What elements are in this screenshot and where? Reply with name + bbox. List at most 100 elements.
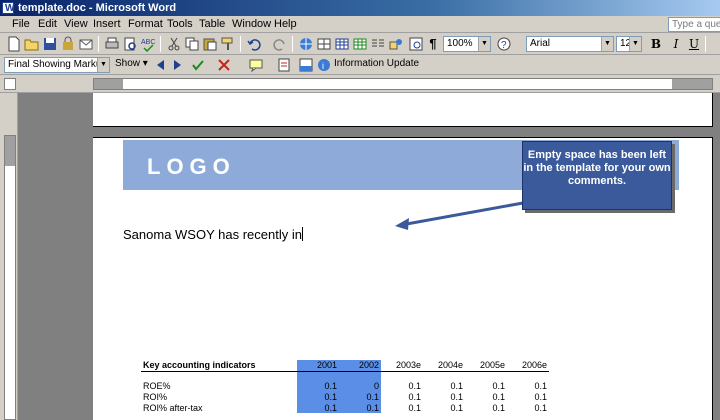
next-change-icon[interactable] xyxy=(170,57,186,73)
cut-icon[interactable] xyxy=(166,36,182,52)
paste-icon[interactable] xyxy=(202,36,218,52)
reviewing-toolbar: Final Showing Markup ▼ Show ▾ i Informati… xyxy=(0,55,720,75)
table-header-cell: 2002 xyxy=(339,360,381,372)
zoom-select[interactable]: 100% ▼ xyxy=(443,36,491,52)
table-cell: 0 xyxy=(339,380,381,391)
redo-icon[interactable] xyxy=(272,36,288,52)
reviewing-pane-icon[interactable] xyxy=(298,57,314,73)
menu-insert[interactable]: Insert xyxy=(93,18,121,31)
menu-table[interactable]: Table xyxy=(199,18,225,31)
new-document-icon[interactable] xyxy=(6,36,22,52)
table-cell: 0.1 xyxy=(534,402,547,413)
drawing-icon[interactable] xyxy=(388,36,404,52)
table-header-cell: 2005e xyxy=(465,360,507,372)
italic-button[interactable]: I xyxy=(668,36,684,52)
table-cell: 0.1 xyxy=(450,380,463,391)
svg-text:i: i xyxy=(322,61,324,71)
columns-icon[interactable] xyxy=(370,36,386,52)
table-header-cell: 2001 xyxy=(297,360,339,372)
vertical-ruler[interactable] xyxy=(4,135,16,420)
table-cell: 0.1 xyxy=(450,391,463,402)
text-cursor xyxy=(301,227,303,241)
document-page[interactable]: LOGO Empty space has been left in the te… xyxy=(93,137,713,420)
permission-icon[interactable] xyxy=(60,36,76,52)
hyperlink-icon[interactable] xyxy=(298,36,314,52)
print-icon[interactable] xyxy=(104,36,120,52)
callout-text: Empty space has been left in the templat… xyxy=(523,149,671,187)
toolbar-separator xyxy=(705,36,706,52)
menu-format[interactable]: Format xyxy=(128,18,163,31)
print-preview-icon[interactable] xyxy=(122,36,138,52)
toolbar-separator xyxy=(292,36,293,52)
menu-file[interactable]: File xyxy=(12,18,30,31)
table-cell: 0.1 xyxy=(408,402,421,413)
table-title: Key accounting indicators xyxy=(141,360,297,372)
table-header-cell: 2006e xyxy=(507,360,549,372)
insert-table-icon[interactable] xyxy=(334,36,350,52)
logo-text: LOGO xyxy=(147,154,236,179)
table-cell: 0.1 xyxy=(534,391,547,402)
insert-comment-icon[interactable] xyxy=(248,57,264,73)
table-cell: 0.1 xyxy=(492,391,505,402)
menu-window[interactable]: Window xyxy=(232,18,271,31)
copy-icon[interactable] xyxy=(184,36,200,52)
undo-icon[interactable] xyxy=(246,36,262,52)
ask-question-input[interactable]: Type a question xyxy=(668,17,720,32)
font-size-select[interactable]: 12 ▼ xyxy=(616,36,642,52)
body-paragraph[interactable]: Sanoma WSOY has recently in xyxy=(123,227,303,242)
information-update-icon[interactable]: i xyxy=(316,57,332,73)
tables-borders-icon[interactable] xyxy=(316,36,332,52)
table-header-cell: 2003e xyxy=(381,360,423,372)
spelling-icon[interactable]: ABC xyxy=(140,36,156,52)
reject-change-icon[interactable] xyxy=(216,57,232,73)
row-label: ROI% after-tax xyxy=(143,402,203,413)
menu-edit[interactable]: Edit xyxy=(38,18,57,31)
table-row: ROE% 0.1 0 0.1 0.1 0.1 0.1 xyxy=(141,380,549,391)
toolbar-separator xyxy=(160,36,161,52)
show-hide-formatting-icon[interactable]: ¶ xyxy=(425,36,441,52)
previous-page xyxy=(93,93,713,127)
title-bar: template.doc - Microsoft Word xyxy=(0,0,720,17)
table-cell: 0.1 xyxy=(339,402,381,413)
horizontal-ruler[interactable] xyxy=(93,78,713,90)
font-select[interactable]: Arial ▼ xyxy=(526,36,614,52)
svg-text:?: ? xyxy=(501,40,507,51)
display-markup-select[interactable]: Final Showing Markup ▼ xyxy=(4,57,110,73)
menu-help[interactable]: Help xyxy=(274,18,297,31)
comment-callout[interactable]: Empty space has been left in the templat… xyxy=(522,141,672,210)
table-cell: 0.1 xyxy=(297,391,339,402)
bold-button[interactable]: B xyxy=(648,36,664,52)
previous-change-icon[interactable] xyxy=(152,57,168,73)
toolbar-separator xyxy=(240,36,241,52)
table-cell: 0.1 xyxy=(297,380,339,391)
table-cell: 0.1 xyxy=(492,402,505,413)
table-row: ROI% after-tax 0.1 0.1 0.1 0.1 0.1 0.1 xyxy=(141,402,549,413)
menu-view[interactable]: View xyxy=(64,18,88,31)
help-icon[interactable]: ? xyxy=(496,36,512,52)
standard-toolbar: ABC ¶ 100% ▼ ? Arial ▼ 12 ▼ B I U xyxy=(0,33,720,55)
underline-button[interactable]: U xyxy=(686,36,702,52)
information-update-button[interactable]: Information Update xyxy=(334,58,419,69)
open-folder-icon[interactable] xyxy=(24,36,40,52)
document-area[interactable]: LOGO Empty space has been left in the te… xyxy=(19,93,720,420)
row-label: ROE% xyxy=(143,380,171,391)
track-changes-icon[interactable] xyxy=(276,57,292,73)
insert-excel-icon[interactable] xyxy=(352,36,368,52)
table-cell: 0.1 xyxy=(297,402,339,413)
toolbar-separator xyxy=(98,36,99,52)
menu-tools[interactable]: Tools xyxy=(167,18,193,31)
document-map-icon[interactable] xyxy=(408,36,424,52)
table-cell: 0.1 xyxy=(492,380,505,391)
email-icon[interactable] xyxy=(78,36,94,52)
svg-text:ABC: ABC xyxy=(141,39,155,46)
table-row: ROI% 0.1 0.1 0.1 0.1 0.1 0.1 xyxy=(141,391,549,402)
word-app-icon xyxy=(2,1,14,17)
show-menu[interactable]: Show ▾ xyxy=(115,58,148,69)
body-text: Sanoma WSOY has recently in xyxy=(123,227,302,242)
tab-selector[interactable] xyxy=(4,78,16,90)
accept-change-icon[interactable] xyxy=(190,57,206,73)
table-cell: 0.1 xyxy=(450,402,463,413)
save-icon[interactable] xyxy=(42,36,58,52)
format-painter-icon[interactable] xyxy=(220,36,236,52)
table-cell: 0.1 xyxy=(534,380,547,391)
